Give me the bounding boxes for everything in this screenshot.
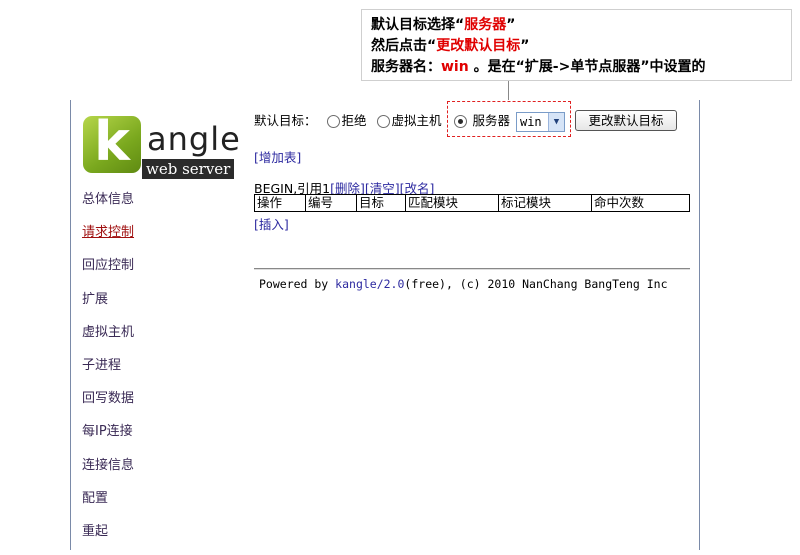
sidebar-item-restart[interactable]: 重起 [82,522,134,555]
sidebar-item-extension[interactable]: 扩展 [82,290,134,323]
sidebar-item-request-control[interactable]: 请求控制 [82,223,134,256]
sidebar-item-connection-info[interactable]: 连接信息 [82,456,134,489]
frame-left-border [70,100,71,550]
sidebar-item-per-ip-connections[interactable]: 每IP连接 [82,422,134,455]
radio-server-label: 服务器 [472,113,510,128]
sidebar-item-overview[interactable]: 总体信息 [82,190,134,223]
kangle-logo: k angle web server [83,110,243,182]
insert-rule-link[interactable]: [插入] [254,214,289,233]
sidebar-item-subprocess[interactable]: 子进程 [82,356,134,389]
column-header-id: 编号 [305,194,357,212]
radio-deny[interactable] [326,115,340,128]
logo-subtitle: web server [142,159,235,179]
sidebar-nav: 总体信息 请求控制 回应控制 扩展 虚拟主机 子进程 回写数据 每IP连接 连接… [82,190,134,555]
server-select[interactable]: win ▼ [515,111,565,132]
sidebar-item-config[interactable]: 配置 [82,489,134,522]
radio-virtual-host-label: 虚拟主机 [391,113,442,128]
column-header-action: 操作 [254,194,306,212]
default-target-row: 默认目标： 拒绝 虚拟主机 服务器 win ▼ [254,110,565,132]
kangle-version-link[interactable]: kangle/2.0 [335,277,404,291]
rules-table: 操作 编号 目标 匹配模块 标记模块 命中次数 [254,194,690,212]
table-header-row: 操作 编号 目标 匹配模块 标记模块 命中次数 [254,194,690,212]
frame-right-border [699,100,700,550]
add-table-link[interactable]: [增加表] [254,147,301,166]
logo-k-badge: k [83,110,141,173]
server-select-value: win [519,114,542,129]
annotation-line-2: 然后点击“更改默认目标” [371,38,530,54]
annotation-callout: 默认目标选择“服务器” 然后点击“更改默认目标” 服务器名：win 。是在“扩展… [361,9,792,81]
annotation-line-1: 默认目标选择“服务器” [371,17,516,33]
footer-divider [254,268,690,270]
column-header-hit-count: 命中次数 [591,194,690,212]
column-header-match-module: 匹配模块 [405,194,499,212]
sidebar-item-response-control[interactable]: 回应控制 [82,256,134,289]
column-header-mark-module: 标记模块 [498,194,592,212]
change-default-target-button[interactable]: 更改默认目标 [575,110,677,131]
footer-text: Powered by kangle/2.0(free), (c) 2010 Na… [259,277,668,291]
sidebar-item-virtual-host[interactable]: 虚拟主机 [82,323,134,356]
annotation-line-3: 服务器名：win 。是在“扩展->单节点服器”中设置的 [371,59,706,75]
column-header-target: 目标 [356,194,406,212]
logo-wordmark: angle [147,120,241,158]
annotation-pointer [508,81,509,100]
radio-server[interactable] [453,115,467,128]
radio-deny-label: 拒绝 [341,113,367,128]
default-target-label: 默认目标： [254,113,317,128]
radio-virtual-host[interactable] [376,115,390,128]
chevron-down-icon: ▼ [547,112,564,131]
sidebar-item-writeback-data[interactable]: 回写数据 [82,389,134,422]
